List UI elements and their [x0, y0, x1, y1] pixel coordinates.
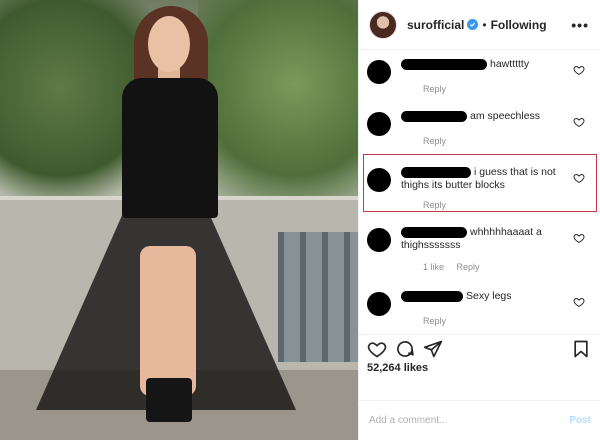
comment-text-block: whhhhhaaaat a thighsssssss	[401, 226, 569, 252]
comment-text-block: Sexy legs	[401, 290, 569, 303]
comment-highlight-box	[363, 154, 597, 212]
heart-icon[interactable]	[367, 339, 387, 359]
photo-boots	[146, 378, 192, 422]
post-comment-button[interactable]: Post	[569, 415, 591, 426]
commenter-avatar[interactable]	[367, 228, 391, 252]
like-count[interactable]: 1 like	[423, 262, 444, 272]
reply-button[interactable]: Reply	[457, 262, 480, 272]
share-icon[interactable]	[423, 339, 443, 359]
verified-badge-icon	[467, 19, 479, 30]
comment-text: am speechless	[470, 110, 541, 122]
photo-railing	[278, 232, 358, 362]
reply-button[interactable]: Reply	[423, 316, 446, 326]
comment-like-heart-icon[interactable]	[573, 232, 585, 244]
following-button[interactable]: Following	[491, 18, 547, 32]
photo-dress-bodice	[122, 78, 218, 218]
comment-like-heart-icon[interactable]	[573, 116, 585, 128]
redacted-username	[401, 110, 467, 122]
redacted-username	[401, 226, 467, 238]
comment-meta: Reply	[423, 136, 456, 146]
more-options-button[interactable]: •••	[571, 17, 589, 33]
add-comment-bar: Post	[359, 400, 600, 440]
commenter-avatar[interactable]	[367, 112, 391, 136]
commenter-avatar[interactable]	[367, 292, 391, 316]
comment-item: hawttttty Reply	[359, 52, 600, 102]
comment-text: hawttttty	[490, 58, 530, 70]
comment-text: Sexy legs	[466, 290, 512, 302]
bookmark-icon[interactable]	[571, 339, 591, 359]
comment-text-block: hawttttty	[401, 58, 569, 71]
commenter-avatar[interactable]	[367, 60, 391, 84]
comment-icon[interactable]	[395, 339, 415, 359]
comment-text-block: am speechless	[401, 110, 569, 123]
comment-item: am speechless Reply	[359, 104, 600, 154]
comment-item: Sexy legs Reply	[359, 284, 600, 334]
comment-meta: Reply	[423, 84, 456, 94]
add-comment-input[interactable]	[369, 415, 570, 426]
post-photo	[0, 0, 358, 440]
redacted-username	[401, 58, 487, 70]
post-header: surofficial • Following •••	[359, 0, 600, 50]
photo-legs	[140, 246, 196, 396]
photo-face	[148, 16, 190, 72]
likes-count[interactable]: 52,264 likes	[367, 362, 428, 374]
comment-like-heart-icon[interactable]	[573, 296, 585, 308]
post-action-bar	[359, 334, 600, 364]
comment-meta: Reply	[423, 316, 456, 326]
profile-avatar[interactable]	[369, 10, 397, 39]
redacted-username	[401, 290, 463, 302]
reply-button[interactable]: Reply	[423, 136, 446, 146]
username-link[interactable]: surofficial	[407, 18, 464, 32]
reply-button[interactable]: Reply	[423, 84, 446, 94]
comment-meta: 1 like Reply	[423, 262, 490, 272]
header-separator: •	[482, 17, 487, 32]
post-side-panel: surofficial • Following ••• hawttttty Re…	[358, 0, 600, 440]
comment-item: whhhhhaaaat a thighsssssss 1 like Reply	[359, 220, 600, 282]
comment-like-heart-icon[interactable]	[573, 64, 585, 76]
